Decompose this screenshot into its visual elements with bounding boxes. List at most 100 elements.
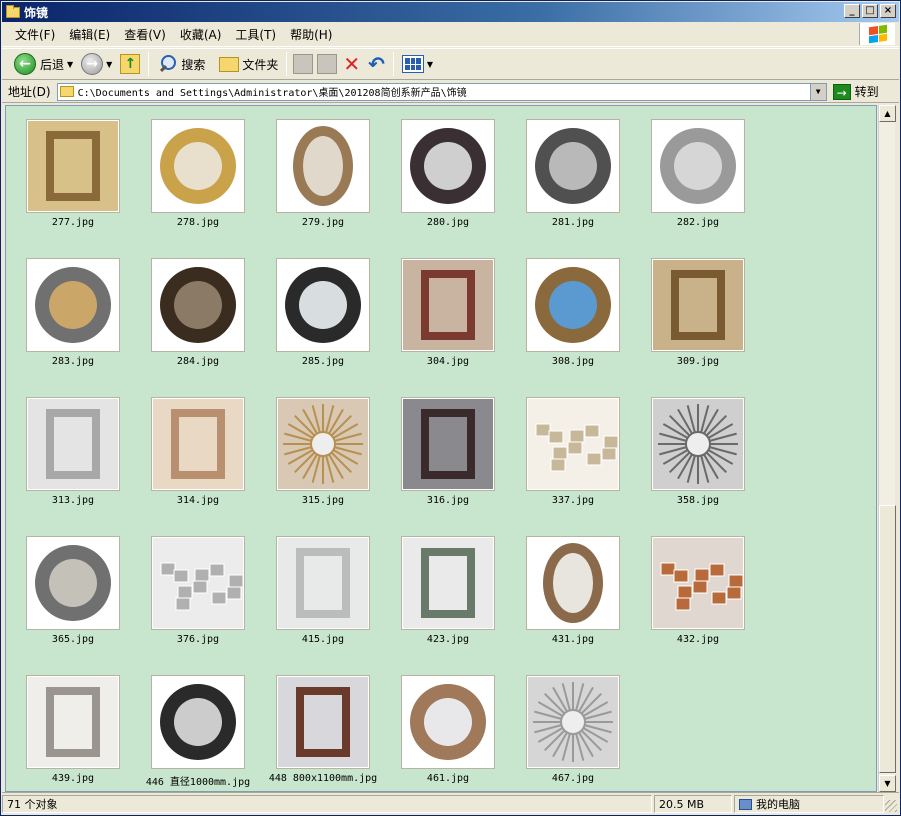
file-item[interactable]: 423.jpg xyxy=(381,523,506,653)
file-item[interactable]: 313.jpg xyxy=(6,384,131,514)
menu-view[interactable]: 查看(V) xyxy=(117,25,173,45)
thumbnail-image[interactable] xyxy=(401,397,495,491)
thumbnail-image[interactable] xyxy=(26,536,120,630)
thumbnail-grid: 277.jpg 278.jpg 279.jpg 280.jpg 281.jpg 282.j… xyxy=(6,106,876,791)
thumbnail-image[interactable] xyxy=(526,119,620,213)
file-item[interactable]: 283.jpg xyxy=(6,245,131,375)
menu-file[interactable]: 文件(F) xyxy=(8,25,62,45)
file-item[interactable]: 431.jpg xyxy=(506,523,631,653)
file-item[interactable]: 314.jpg xyxy=(131,384,256,514)
menu-help[interactable]: 帮助(H) xyxy=(283,25,339,45)
file-item[interactable]: 358.jpg xyxy=(631,384,756,514)
thumbnail-image[interactable] xyxy=(151,397,245,491)
thumbnail-image[interactable] xyxy=(26,397,120,491)
file-item[interactable]: 439.jpg xyxy=(6,662,131,791)
file-item[interactable]: 365.jpg xyxy=(6,523,131,653)
thumbnail-image[interactable] xyxy=(401,119,495,213)
thumbnail-image[interactable] xyxy=(151,119,245,213)
undo-icon[interactable]: ↶ xyxy=(368,54,385,74)
menu-edit[interactable]: 编辑(E) xyxy=(62,25,117,45)
file-item[interactable]: 337.jpg xyxy=(506,384,631,514)
explorer-window: 饰镜 _ □ × 文件(F) 编辑(E) 查看(V) 收藏(A) 工具(T) 帮… xyxy=(0,0,901,816)
file-item[interactable]: 315.jpg xyxy=(256,384,381,514)
thumbnail-image[interactable] xyxy=(151,675,245,769)
back-button[interactable]: ← 后退 ▼ xyxy=(10,51,77,77)
views-button[interactable]: ▼ xyxy=(398,51,437,77)
back-dropdown-icon[interactable]: ▼ xyxy=(67,60,73,69)
file-item[interactable]: 448 800x1100mm.jpg xyxy=(256,662,381,791)
file-item[interactable]: 309.jpg xyxy=(631,245,756,375)
thumbnail-image[interactable] xyxy=(276,397,370,491)
file-item[interactable]: 279.jpg xyxy=(256,106,381,236)
file-item[interactable]: 446 直径1000mm.jpg xyxy=(131,662,256,791)
title-bar[interactable]: 饰镜 _ □ × xyxy=(2,2,899,22)
file-item[interactable]: 467.jpg xyxy=(506,662,631,791)
go-label: 转到 xyxy=(854,85,879,99)
thumbnail-image[interactable] xyxy=(151,536,245,630)
delete-icon[interactable]: ✕ xyxy=(343,54,360,74)
file-name[interactable]: 309.jpg xyxy=(621,356,775,367)
file-item[interactable]: 280.jpg xyxy=(381,106,506,236)
maximize-button[interactable]: □ xyxy=(862,4,878,18)
file-item[interactable]: 376.jpg xyxy=(131,523,256,653)
thumbnail-image[interactable] xyxy=(526,675,620,769)
window-controls: _ □ × xyxy=(844,4,896,18)
file-item[interactable]: 281.jpg xyxy=(506,106,631,236)
menu-tools[interactable]: 工具(T) xyxy=(228,25,283,45)
scroll-up-button[interactable]: ▲ xyxy=(879,105,896,122)
folders-button[interactable]: 文件夹 xyxy=(215,51,282,77)
file-item[interactable]: 304.jpg xyxy=(381,245,506,375)
thumbnail-image[interactable] xyxy=(276,536,370,630)
up-button[interactable]: ↑ xyxy=(116,51,144,77)
toolbar-separator xyxy=(392,52,394,76)
thumbnail-image[interactable] xyxy=(651,536,745,630)
file-item[interactable]: 278.jpg xyxy=(131,106,256,236)
resize-grip[interactable] xyxy=(885,800,897,812)
thumbnail-image[interactable] xyxy=(401,536,495,630)
thumbnail-image[interactable] xyxy=(151,258,245,352)
thumbnail-image[interactable] xyxy=(651,119,745,213)
file-name[interactable]: 358.jpg xyxy=(621,495,775,506)
file-item[interactable]: 415.jpg xyxy=(256,523,381,653)
close-button[interactable]: × xyxy=(880,4,896,18)
thumbnail-image[interactable] xyxy=(526,258,620,352)
vertical-scrollbar[interactable]: ▲ ▼ xyxy=(878,105,896,792)
minimize-button[interactable]: _ xyxy=(844,4,860,18)
thumbnail-image[interactable] xyxy=(276,675,370,769)
file-item[interactable]: 285.jpg xyxy=(256,245,381,375)
address-dropdown-icon[interactable]: ▼ xyxy=(809,83,826,100)
file-item[interactable]: 284.jpg xyxy=(131,245,256,375)
file-item[interactable]: 432.jpg xyxy=(631,523,756,653)
file-item[interactable]: 308.jpg xyxy=(506,245,631,375)
address-input[interactable]: C:\Documents and Settings\Administrator\… xyxy=(56,82,827,101)
thumbnail-image[interactable] xyxy=(526,536,620,630)
file-item[interactable]: 461.jpg xyxy=(381,662,506,791)
go-button[interactable]: → 转到 xyxy=(832,83,879,100)
file-name[interactable]: 432.jpg xyxy=(621,634,775,645)
file-name[interactable]: 282.jpg xyxy=(621,217,775,228)
window-title: 饰镜 xyxy=(24,5,49,20)
thumbnail-image[interactable] xyxy=(26,119,120,213)
thumbnail-image[interactable] xyxy=(401,258,495,352)
forward-button[interactable]: → ▼ xyxy=(77,51,116,77)
search-button[interactable]: 搜索 xyxy=(153,51,209,77)
thumbnail-image[interactable] xyxy=(276,258,370,352)
file-name[interactable]: 467.jpg xyxy=(496,773,650,784)
file-item[interactable]: 282.jpg xyxy=(631,106,756,236)
thumbnail-image[interactable] xyxy=(26,675,120,769)
thumbnail-image[interactable] xyxy=(651,258,745,352)
views-dropdown-icon[interactable]: ▼ xyxy=(427,60,433,69)
scroll-thumb[interactable] xyxy=(879,505,896,773)
file-item[interactable]: 277.jpg xyxy=(6,106,131,236)
copy-to-icon[interactable] xyxy=(317,54,338,74)
thumbnail-image[interactable] xyxy=(526,397,620,491)
move-to-icon[interactable] xyxy=(293,54,314,74)
thumbnail-image[interactable] xyxy=(276,119,370,213)
menu-favorites[interactable]: 收藏(A) xyxy=(173,25,229,45)
scroll-down-button[interactable]: ▼ xyxy=(879,775,896,792)
thumbnail-image[interactable] xyxy=(401,675,495,769)
forward-dropdown-icon[interactable]: ▼ xyxy=(106,60,112,69)
file-item[interactable]: 316.jpg xyxy=(381,384,506,514)
thumbnail-image[interactable] xyxy=(651,397,745,491)
thumbnail-image[interactable] xyxy=(26,258,120,352)
